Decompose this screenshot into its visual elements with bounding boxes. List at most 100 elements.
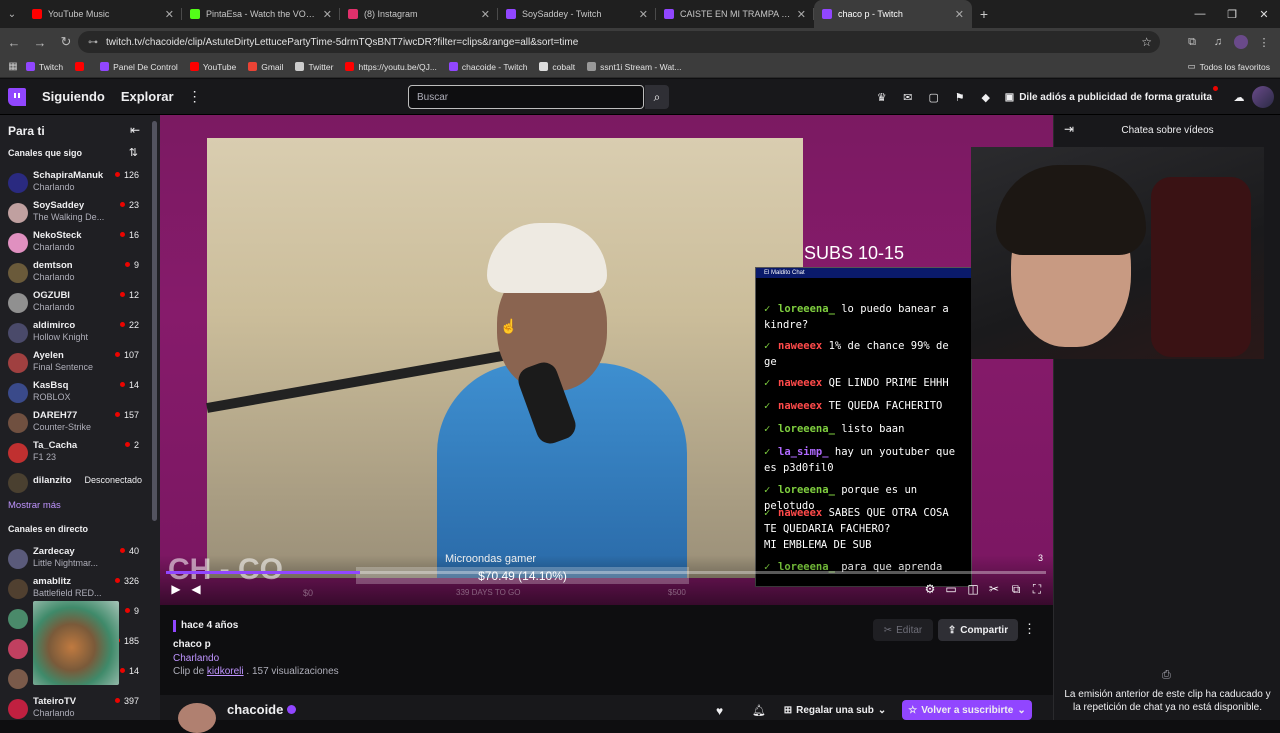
- clip-channel[interactable]: chaco p: [173, 639, 211, 650]
- stream-preview-thumbnail[interactable]: [33, 601, 119, 685]
- all-favorites[interactable]: ▭ Todos los favoritos: [1188, 61, 1270, 72]
- sidebar-channel-offline[interactable]: dilanzito Desconectado: [8, 469, 148, 499]
- bookmark-item[interactable]: chacoide - Twitch: [448, 62, 527, 72]
- chat-overlay-line: ✓ naweeex QE LINDO PRIME EHHH: [764, 375, 969, 391]
- bookmark-item[interactable]: Panel De Control: [100, 62, 178, 72]
- bits-icon[interactable]: ◆: [973, 91, 999, 104]
- browser-tab[interactable]: CAISTE EN MI TRAMPA PERRA ✕: [656, 0, 814, 28]
- new-tab-button[interactable]: +: [972, 6, 996, 22]
- notifications-icon[interactable]: ⚑: [947, 91, 973, 104]
- miniplayer-icon[interactable]: ⧉: [1008, 581, 1024, 597]
- sidebar-scrollbar[interactable]: [152, 121, 157, 521]
- sidebar-followed-channel[interactable]: KasBsq ROBLOX 14: [8, 379, 148, 409]
- search-input[interactable]: Buscar: [408, 85, 644, 109]
- show-more-link[interactable]: Mostrar más: [8, 500, 61, 511]
- share-button[interactable]: ⇪ Compartir: [938, 619, 1018, 641]
- tab-search-icon[interactable]: ⌄: [0, 0, 24, 28]
- close-tab-icon[interactable]: ✕: [639, 8, 648, 21]
- sidebar-followed-channel[interactable]: NekoSteck Charlando 16: [8, 229, 148, 259]
- channel-name[interactable]: chacoide: [227, 702, 297, 717]
- sidebar-followed-channel[interactable]: Ayelen Final Sentence 107: [8, 349, 148, 379]
- url-bar[interactable]: ⊶ twitch.tv/chacoide/clip/AstuteDirtyLet…: [78, 31, 1160, 53]
- apps-icon[interactable]: ▦: [0, 61, 26, 72]
- clip-icon[interactable]: ✂: [986, 581, 1002, 597]
- more-menu-icon[interactable]: ⋮: [188, 88, 202, 105]
- whispers-icon[interactable]: ▢: [921, 91, 947, 104]
- sidebar-live-channel[interactable]: TateiroTV Charlando 397: [8, 695, 148, 725]
- forward-icon[interactable]: →: [28, 30, 52, 54]
- close-tab-icon[interactable]: ✕: [955, 8, 964, 21]
- search-button[interactable]: ⌕: [645, 85, 669, 109]
- gift-sub-button[interactable]: ⊞ Regalar una sub ⌄: [780, 700, 890, 720]
- bookmark-favicon-icon: [345, 62, 355, 71]
- settings-icon[interactable]: ⚙: [922, 581, 938, 597]
- resubscribe-button[interactable]: ☆ Volver a suscribirte ⌄: [902, 700, 1032, 720]
- expand-chat-icon[interactable]: ⇥: [1064, 122, 1074, 136]
- twitch-logo[interactable]: [8, 87, 26, 106]
- close-tab-icon[interactable]: ✕: [797, 8, 806, 21]
- prime-crown-icon[interactable]: ♛: [869, 91, 895, 104]
- seek-bar[interactable]: [166, 571, 1046, 574]
- bookmark-favicon-icon: [100, 62, 110, 71]
- sidebar-followed-channel[interactable]: aldimirco Hollow Knight 22: [8, 319, 148, 349]
- clip-game[interactable]: Charlando: [173, 653, 219, 664]
- volume-icon[interactable]: ◀: [188, 581, 204, 597]
- bookmark-item[interactable]: YouTube: [189, 62, 236, 72]
- notification-bell-icon[interactable]: 🔔︎: [752, 704, 766, 717]
- sidebar-followed-channel[interactable]: DAREH77 Counter-Strike 157: [8, 409, 148, 439]
- user-avatar[interactable]: [1252, 86, 1274, 108]
- close-window-icon[interactable]: ✕: [1248, 0, 1280, 28]
- back-icon[interactable]: ←: [2, 30, 26, 54]
- minimize-icon[interactable]: —: [1184, 0, 1216, 28]
- bookmark-star-icon[interactable]: ☆: [1141, 35, 1152, 49]
- browser-tab[interactable]: chaco p - Twitch ✕: [814, 0, 972, 28]
- bookmark-item[interactable]: https://youtu.be/QJ...: [345, 62, 437, 72]
- close-tab-icon[interactable]: ✕: [165, 8, 174, 21]
- fullscreen-icon[interactable]: ⛶: [1029, 581, 1045, 597]
- edit-button[interactable]: ✂ Editar: [873, 619, 933, 641]
- media-control-icon[interactable]: ♫: [1208, 32, 1228, 52]
- sidebar-followed-channel[interactable]: demtson Charlando 9: [8, 259, 148, 289]
- theatre-mode-icon[interactable]: ▭: [943, 581, 959, 597]
- reload-icon[interactable]: ↻: [54, 30, 78, 54]
- browse-link[interactable]: Explorar: [121, 89, 174, 104]
- close-tab-icon[interactable]: ✕: [481, 8, 490, 21]
- browser-tab[interactable]: (8) Instagram ✕: [340, 0, 498, 28]
- bookmark-item[interactable]: ssnt1i Stream - Wat...: [587, 62, 682, 72]
- collapse-sidebar-icon[interactable]: ⇤: [130, 123, 140, 137]
- browser-tab[interactable]: SoySaddey - Twitch ✕: [498, 0, 656, 28]
- video-player[interactable]: SUBS 10-15 El Maldito Chat ✓ loreeena_ lo…: [160, 115, 1053, 605]
- sidebar-followed-channel[interactable]: SchapiraManuk Charlando 126: [8, 169, 148, 199]
- profile-avatar[interactable]: [1234, 35, 1248, 49]
- cloud-icon[interactable]: ☁: [1226, 91, 1252, 104]
- ad-free-button[interactable]: ▣ Dile adiós a publicidad de forma gratu…: [1005, 85, 1218, 103]
- sidebar-followed-channel[interactable]: OGZUBI Charlando 12: [8, 289, 148, 319]
- site-info-icon[interactable]: ⊶: [88, 37, 98, 48]
- follow-heart-icon[interactable]: ♥: [716, 704, 723, 718]
- extensions-icon[interactable]: ⧉: [1182, 32, 1202, 52]
- chat-message: QE LINDO PRIME EHHH: [828, 377, 949, 389]
- bookmark-item[interactable]: [75, 62, 88, 71]
- sidebar-live-channel[interactable]: Zardecay Little Nightmar... 40: [8, 545, 148, 575]
- following-link[interactable]: Siguiendo: [42, 89, 105, 104]
- sidebar-layout-icon[interactable]: ◫: [965, 581, 981, 597]
- browser-menu-icon[interactable]: ⋮: [1254, 32, 1274, 52]
- bookmark-item[interactable]: Gmail: [248, 62, 283, 72]
- browser-tab[interactable]: PintaEsa - Watch the VOD on K ✕: [182, 0, 340, 28]
- avatar: [8, 173, 28, 193]
- inbox-icon[interactable]: ✉: [895, 91, 921, 104]
- bookmark-item[interactable]: Twitter: [295, 62, 333, 72]
- bookmark-item[interactable]: cobalt: [539, 62, 575, 72]
- clip-author-link[interactable]: kidkoreli: [207, 666, 244, 677]
- restore-icon[interactable]: ❐: [1216, 0, 1248, 28]
- chevron-down-icon: ⌄: [1017, 704, 1026, 716]
- browser-tab[interactable]: YouTube Music ✕: [24, 0, 182, 28]
- sidebar-followed-channel[interactable]: Ta_Cacha F1 23 2: [8, 439, 148, 469]
- sort-icon[interactable]: ⇅: [129, 146, 138, 159]
- bookmark-item[interactable]: Twitch: [26, 62, 63, 72]
- clip-more-icon[interactable]: ⋮: [1023, 621, 1036, 637]
- sidebar-followed-channel[interactable]: SoySaddey The Walking De... 23: [8, 199, 148, 229]
- close-tab-icon[interactable]: ✕: [323, 8, 332, 21]
- play-icon[interactable]: ▶: [168, 581, 184, 597]
- channel-avatar[interactable]: [178, 703, 216, 733]
